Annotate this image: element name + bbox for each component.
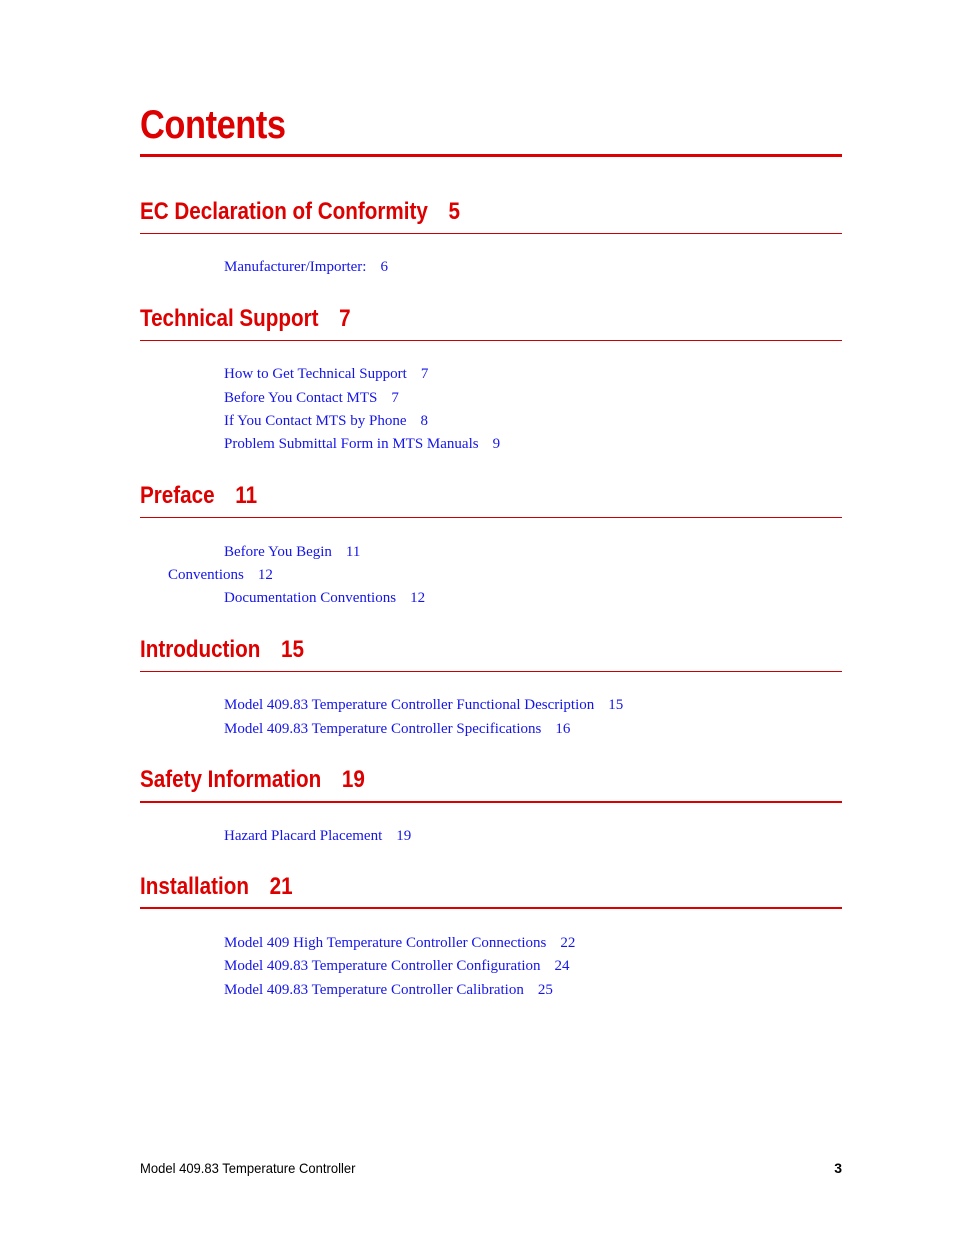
entry-page: 24 <box>554 958 570 974</box>
chapter-title: Introduction <box>140 636 261 663</box>
entry-page: 8 <box>420 413 429 429</box>
toc-entry[interactable]: Model 409.83 Temperature Controller Cali… <box>224 981 553 999</box>
title-divider <box>140 154 842 157</box>
entry-title: Hazard Placard Placement <box>224 828 383 844</box>
entry-page: 11 <box>345 544 361 560</box>
entry-page: 7 <box>391 390 399 406</box>
footer-page-number: 3 <box>834 1160 842 1176</box>
toc-entry[interactable]: If You Contact MTS by Phone 8 <box>224 412 428 430</box>
entry-title: Manufacturer/Importer: <box>224 259 367 275</box>
entry-page: 16 <box>555 721 571 737</box>
entry-title: If You Contact MTS by Phone <box>224 413 407 429</box>
chapter-heading-safety-information[interactable]: Safety Information 19 <box>140 765 365 795</box>
toc-entry[interactable]: Model 409.83 Temperature Controller Conf… <box>224 957 570 975</box>
chapter-divider <box>140 671 842 672</box>
chapter-heading-technical-support[interactable]: Technical Support 7 <box>140 304 351 334</box>
chapter-heading-introduction[interactable]: Introduction 15 <box>140 635 304 665</box>
entry-page: 6 <box>380 259 388 275</box>
entry-page: 19 <box>396 828 412 844</box>
chapter-title: Installation <box>140 873 249 900</box>
toc-entry[interactable]: Manufacturer/Importer: 6 <box>224 258 388 276</box>
chapter-divider <box>140 801 842 803</box>
toc-entry[interactable]: Documentation Conventions 12 <box>224 589 425 607</box>
chapter-heading-preface[interactable]: Preface 11 <box>140 481 257 511</box>
toc-entry[interactable]: Model 409.83 Temperature Controller Func… <box>224 696 623 714</box>
chapter-page: 19 <box>341 766 365 793</box>
chapter-page: 15 <box>281 636 304 663</box>
entry-title: Model 409.83 Temperature Controller Spec… <box>224 721 542 737</box>
chapter-divider <box>140 340 842 341</box>
entry-title: Before You Begin <box>224 544 332 560</box>
entry-title: Model 409.83 Temperature Controller Conf… <box>224 958 541 974</box>
entry-page: 7 <box>420 366 429 382</box>
toc-entry[interactable]: Hazard Placard Placement 19 <box>224 827 411 845</box>
chapter-divider <box>140 517 842 518</box>
toc-entry[interactable]: Before You Begin 11 <box>224 543 360 561</box>
entry-title: Model 409.83 Temperature Controller Cali… <box>224 982 524 998</box>
chapter-title: Preface <box>140 482 215 509</box>
chapter-divider <box>140 233 842 234</box>
entry-title: Model 409.83 Temperature Controller Func… <box>224 697 595 713</box>
toc-entry[interactable]: Problem Submittal Form in MTS Manuals 9 <box>224 435 500 453</box>
chapter-heading-ec-declaration[interactable]: EC Declaration of Conformity 5 <box>140 197 460 227</box>
entry-title: Before You Contact MTS <box>224 390 378 406</box>
chapter-title: EC Declaration of Conformity <box>140 198 428 225</box>
chapter-page: 7 <box>339 305 351 332</box>
entry-title: Documentation Conventions <box>224 590 397 606</box>
entry-page: 12 <box>257 567 273 583</box>
toc-entry[interactable]: Model 409 High Temperature Controller Co… <box>224 934 575 952</box>
chapter-divider <box>140 907 842 909</box>
entry-page: 25 <box>537 982 553 998</box>
entry-page: 9 <box>492 436 501 452</box>
chapter-page: 11 <box>235 482 258 509</box>
entry-page: 12 <box>410 590 426 606</box>
toc-entry[interactable]: Model 409.83 Temperature Controller Spec… <box>224 720 570 738</box>
chapter-title: Safety Information <box>140 766 322 793</box>
entry-title: Problem Submittal Form in MTS Manuals <box>224 436 479 452</box>
chapter-page: 21 <box>269 873 293 900</box>
chapter-page: 5 <box>448 198 460 225</box>
chapter-heading-installation[interactable]: Installation 21 <box>140 872 293 902</box>
entry-title: How to Get Technical Support <box>224 366 407 382</box>
toc-entry[interactable]: Conventions 12 <box>168 566 273 584</box>
chapter-title: Technical Support <box>140 305 319 332</box>
entry-title: Model 409 High Temperature Controller Co… <box>224 935 547 951</box>
toc-entry[interactable]: Before You Contact MTS 7 <box>224 389 399 407</box>
entry-page: 22 <box>560 935 576 951</box>
page-title: Contents <box>140 103 286 147</box>
toc-entry[interactable]: How to Get Technical Support 7 <box>224 365 428 383</box>
footer-document-title: Model 409.83 Temperature Controller <box>140 1160 356 1176</box>
entry-page: 15 <box>608 697 624 713</box>
entry-title: Conventions <box>168 567 244 583</box>
